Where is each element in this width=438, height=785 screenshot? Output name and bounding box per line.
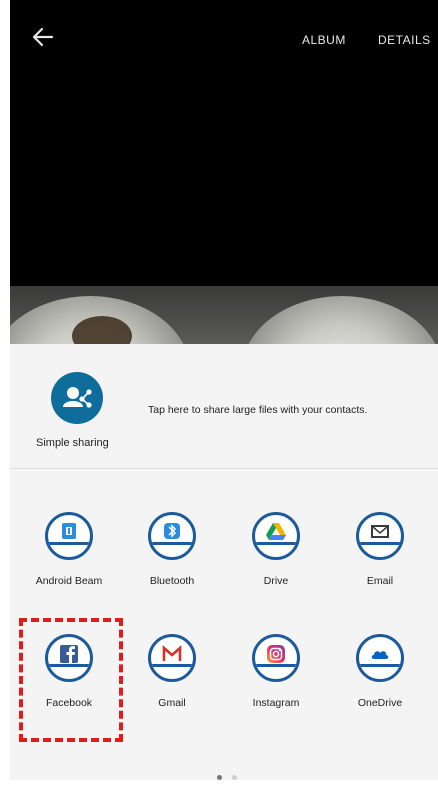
album-button[interactable]: ALBUM [302, 33, 346, 47]
simple-sharing-row[interactable]: Simple sharing Tap here to share large f… [10, 344, 438, 468]
gmail-icon [148, 634, 196, 682]
share-app-label: Gmail [158, 697, 186, 709]
share-app-instagram[interactable]: Instagram [224, 634, 328, 744]
photo-viewer [10, 0, 438, 344]
share-app-label: Instagram [252, 697, 300, 709]
android-beam-icon [45, 512, 93, 560]
simple-sharing-label: Simple sharing [36, 437, 109, 449]
details-button[interactable]: DETAILS [378, 33, 431, 47]
share-app-label: Email [366, 575, 394, 587]
share-app-label: Bluetooth [149, 575, 195, 587]
share-app-label: Drive [263, 575, 289, 587]
page-indicator [212, 767, 242, 785]
simple-sharing-icon[interactable] [51, 372, 103, 424]
simple-sharing-hint: Tap here to share large files with your … [148, 404, 368, 416]
share-app-label: OneDrive [357, 697, 403, 709]
share-app-android-beam[interactable]: Android Beam [17, 512, 121, 622]
drive-icon [252, 512, 300, 560]
divider [10, 468, 438, 469]
share-app-onedrive[interactable]: OneDrive [328, 634, 432, 744]
share-app-drive[interactable]: Drive [224, 512, 328, 622]
share-app-bluetooth[interactable]: Bluetooth [120, 512, 224, 622]
share-app-label: Android Beam [35, 575, 103, 587]
back-arrow-icon[interactable] [30, 24, 56, 50]
share-app-email[interactable]: Email [328, 512, 432, 622]
onedrive-icon [356, 634, 404, 682]
page-dot [232, 775, 237, 780]
facebook-highlight-box [19, 618, 123, 742]
share-app-gmail[interactable]: Gmail [120, 634, 224, 744]
bluetooth-icon [148, 512, 196, 560]
email-icon [356, 512, 404, 560]
page-dot-active [217, 775, 222, 780]
instagram-icon [252, 634, 300, 682]
